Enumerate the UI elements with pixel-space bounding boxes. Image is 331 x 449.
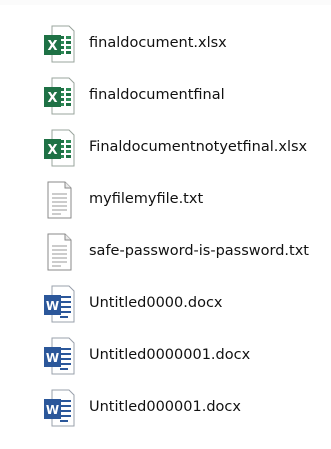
excel-file-icon: X xyxy=(43,76,75,116)
svg-text:X: X xyxy=(47,143,57,158)
excel-file-icon: X xyxy=(43,24,75,64)
svg-text:X: X xyxy=(47,39,57,54)
file-item-untitled000001-docx[interactable]: W Untitled000001.docx xyxy=(0,385,331,432)
word-file-icon: W xyxy=(43,284,75,324)
file-name-label: Untitled000001.docx xyxy=(89,399,241,415)
file-item-finaldocument-xlsx[interactable]: X finaldocument.xlsx xyxy=(0,21,331,68)
file-name-label: finaldocument.xlsx xyxy=(89,35,227,51)
file-name-label: Untitled0000001.docx xyxy=(89,347,251,363)
file-item-finaldocumentnotyetfinal-xlsx[interactable]: X Finaldocumentnotyetfinal.xlsx xyxy=(0,125,331,172)
word-file-icon: W xyxy=(43,336,75,376)
text-file-icon xyxy=(43,180,75,220)
file-item-untitled0000-docx[interactable]: W Untitled0000.docx xyxy=(0,281,331,328)
file-name-label: Finaldocumentnotyetfinal.xlsx xyxy=(89,139,308,155)
svg-text:W: W xyxy=(46,351,59,365)
file-name-label: safe-password-is-password.txt xyxy=(89,243,309,259)
text-file-icon xyxy=(43,232,75,272)
svg-text:W: W xyxy=(46,403,59,417)
file-item-safe-password-is-password-txt[interactable]: safe-password-is-password.txt xyxy=(0,229,331,276)
file-name-label: Untitled0000.docx xyxy=(89,295,223,311)
file-name-label: finaldocumentfinal xyxy=(89,87,225,103)
file-list: X finaldocument.xlsx X finaldocumentfina… xyxy=(0,21,331,437)
panel-top-edge xyxy=(0,0,331,5)
file-item-myfilemyfile-txt[interactable]: myfilemyfile.txt xyxy=(0,177,331,224)
excel-file-icon: X xyxy=(43,128,75,168)
word-file-icon: W xyxy=(43,388,75,428)
file-item-finaldocumentfinal[interactable]: X finaldocumentfinal xyxy=(0,73,331,120)
file-name-label: myfilemyfile.txt xyxy=(89,191,204,207)
svg-text:X: X xyxy=(47,91,57,106)
svg-text:W: W xyxy=(46,299,59,313)
file-explorer-panel: X finaldocument.xlsx X finaldocumentfina… xyxy=(0,0,331,449)
file-item-untitled0000001-docx[interactable]: W Untitled0000001.docx xyxy=(0,333,331,380)
